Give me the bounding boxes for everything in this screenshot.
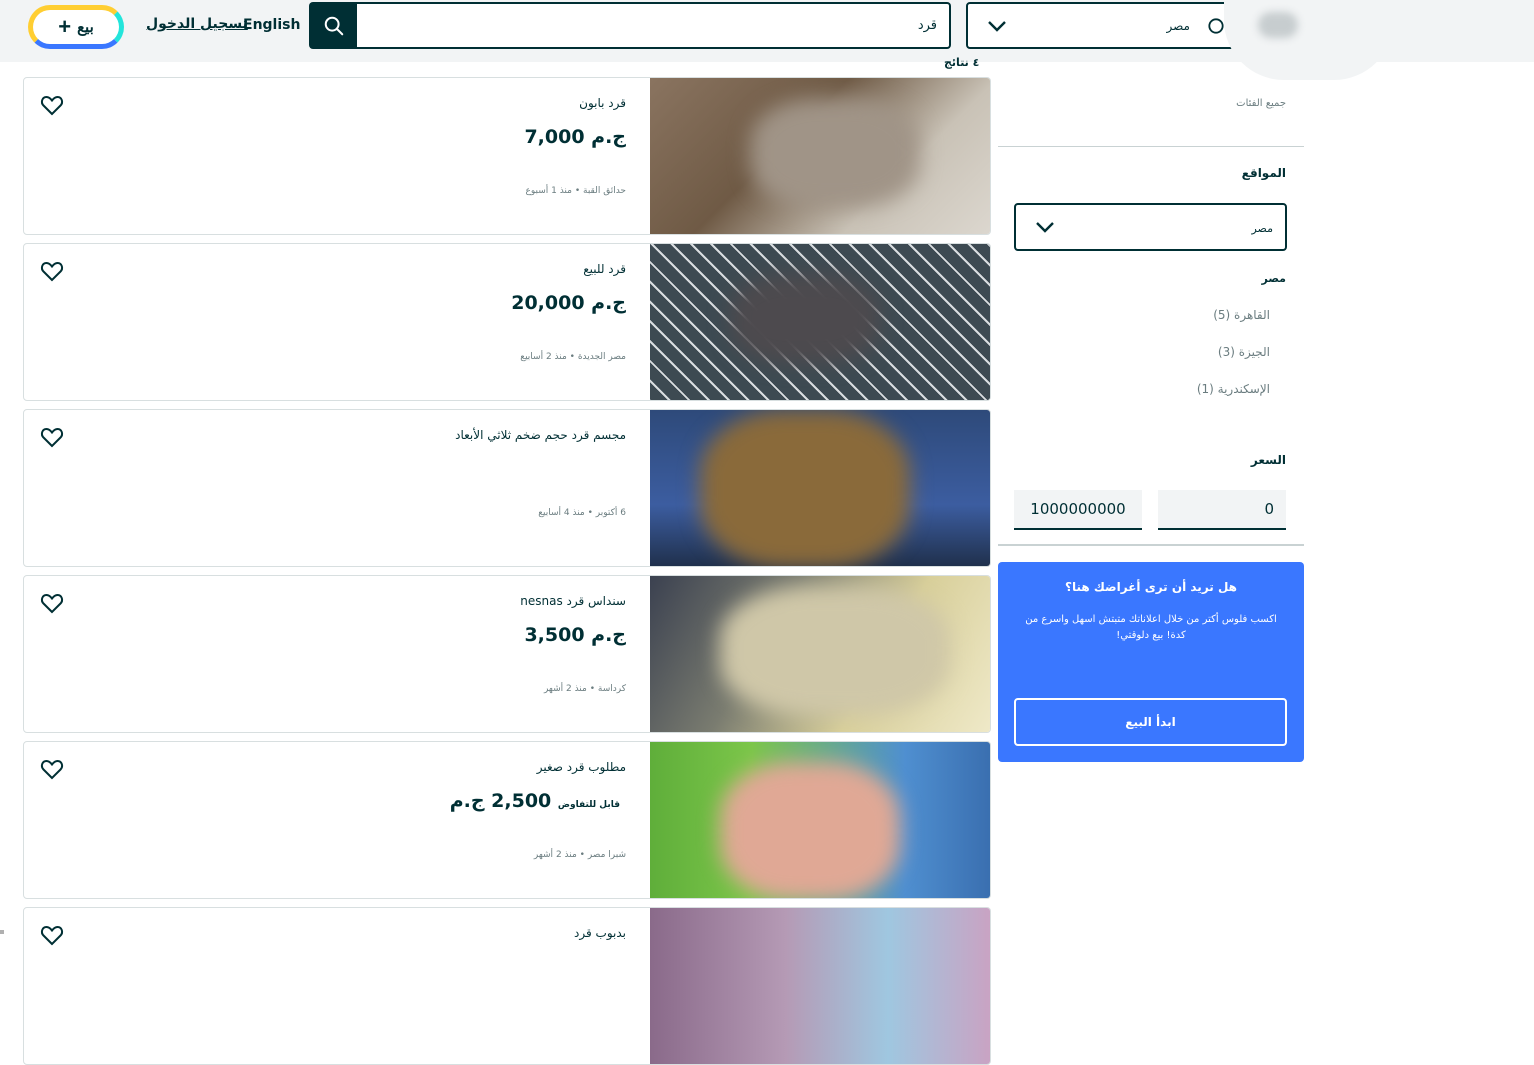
heart-icon[interactable]: [40, 426, 64, 448]
listing-photo: [650, 410, 990, 566]
region-item[interactable]: القاهرة (5): [1213, 308, 1270, 322]
logo-mark: [1258, 12, 1298, 38]
listing-title: مجسم قرد حجم ضخم ثلاثي الأبعاد: [455, 428, 626, 442]
sell-button-label: بيع: [77, 19, 94, 36]
plus-icon: +: [58, 14, 72, 39]
listing-price-value: 2,500 ج.م: [449, 790, 552, 812]
sell-promo-banner: هل تريد أن ترى أغراضك هنا؟ اكسب فلوس أكت…: [998, 562, 1304, 762]
region-item[interactable]: الجيزة (3): [1218, 345, 1270, 359]
login-link[interactable]: تسجيل الدخول: [146, 16, 248, 32]
language-switch-link[interactable]: English: [243, 17, 300, 33]
listing-title: قرد للبيع: [583, 262, 626, 276]
negotiable-badge: قابل للتفاوض: [557, 800, 620, 810]
listing-photo: [650, 244, 990, 400]
results-count: ٤ نتائج: [944, 56, 980, 69]
filter-sidebar: جميع الفئات المواقع مصر مصر القاهرة (5) …: [998, 62, 1304, 762]
top-header: + بيع تسجيل الدخول English مصر: [0, 0, 1534, 80]
listing-price: قابل للتفاوض 2,500 ج.م: [450, 790, 626, 812]
promo-body: اكسب فلوس أكتر من خلال اعلاناتك متبتش اس…: [1025, 614, 1277, 641]
scroll-marker: [0, 930, 4, 934]
listing-photo: [650, 576, 990, 732]
heart-icon[interactable]: [40, 260, 64, 282]
region-title: مصر: [1261, 272, 1287, 285]
price-min-input[interactable]: [1158, 490, 1286, 530]
listing-title: بدبوب قرد: [574, 926, 626, 940]
listing-meta: حدائق القبة • منذ 1 أسبوع: [525, 186, 626, 196]
start-selling-button[interactable]: ابدأ البيع: [1014, 698, 1287, 746]
divider: [998, 146, 1304, 147]
listing-photo: [650, 908, 990, 1064]
listing-photo: [650, 742, 990, 898]
listing-price: 3,500 ج.م: [524, 624, 626, 646]
all-categories-link[interactable]: جميع الفئات: [1236, 98, 1286, 109]
listing-title: قرد بابون: [579, 96, 626, 110]
region-item[interactable]: الإسكندرية (1): [1197, 382, 1270, 396]
listing-meta: كرداسة • منذ 2 أشهر: [543, 684, 626, 694]
heart-icon[interactable]: [40, 758, 64, 780]
location-filter-value: مصر: [1251, 222, 1273, 235]
listing-card[interactable]: مجسم قرد حجم ضخم ثلاثي الأبعاد 6 أكتوبر …: [23, 409, 991, 567]
listing-photo: [650, 78, 990, 234]
price-heading: السعر: [1250, 453, 1286, 467]
listing-price: 7,000 ج.م: [524, 126, 626, 148]
search-button[interactable]: [309, 2, 358, 49]
divider: [998, 544, 1304, 546]
search-icon: [1208, 18, 1224, 34]
price-max-input[interactable]: [1014, 490, 1142, 530]
location-value: مصر: [1166, 19, 1190, 33]
location-filter-dropdown[interactable]: مصر: [1014, 203, 1287, 251]
listing-title: سنداس قرد nesnas: [520, 594, 626, 608]
listing-price: 20,000 ج.م: [511, 292, 626, 314]
listing-meta: مصر الجديدة • منذ 2 أسابيع: [520, 352, 626, 362]
listing-card[interactable]: بدبوب قرد: [23, 907, 991, 1065]
location-dropdown[interactable]: مصر: [966, 2, 1236, 49]
listing-card[interactable]: مطلوب قرد صغير قابل للتفاوض 2,500 ج.م شب…: [23, 741, 991, 899]
heart-icon[interactable]: [40, 592, 64, 614]
promo-title: هل تريد أن ترى أغراضك هنا؟: [1065, 580, 1237, 594]
listing-card[interactable]: قرد للبيع 20,000 ج.م مصر الجديدة • منذ 2…: [23, 243, 991, 401]
sell-button[interactable]: + بيع: [28, 5, 124, 49]
locations-heading: المواقع: [1241, 166, 1286, 180]
chevron-down-icon: [988, 21, 1006, 32]
listing-meta: شبرا مصر • منذ 2 أشهر: [533, 850, 626, 860]
search-icon: [324, 16, 343, 35]
listing-card[interactable]: سنداس قرد nesnas 3,500 ج.م كرداسة • منذ …: [23, 575, 991, 733]
listing-title: مطلوب قرد صغير: [536, 760, 626, 774]
search-input[interactable]: [357, 2, 951, 49]
listing-meta: 6 أكتوبر • منذ 4 أسابيع: [538, 508, 626, 518]
listing-card[interactable]: قرد بابون 7,000 ج.م حدائق القبة • منذ 1 …: [23, 77, 991, 235]
chevron-down-icon: [1036, 222, 1054, 233]
heart-icon[interactable]: [40, 94, 64, 116]
